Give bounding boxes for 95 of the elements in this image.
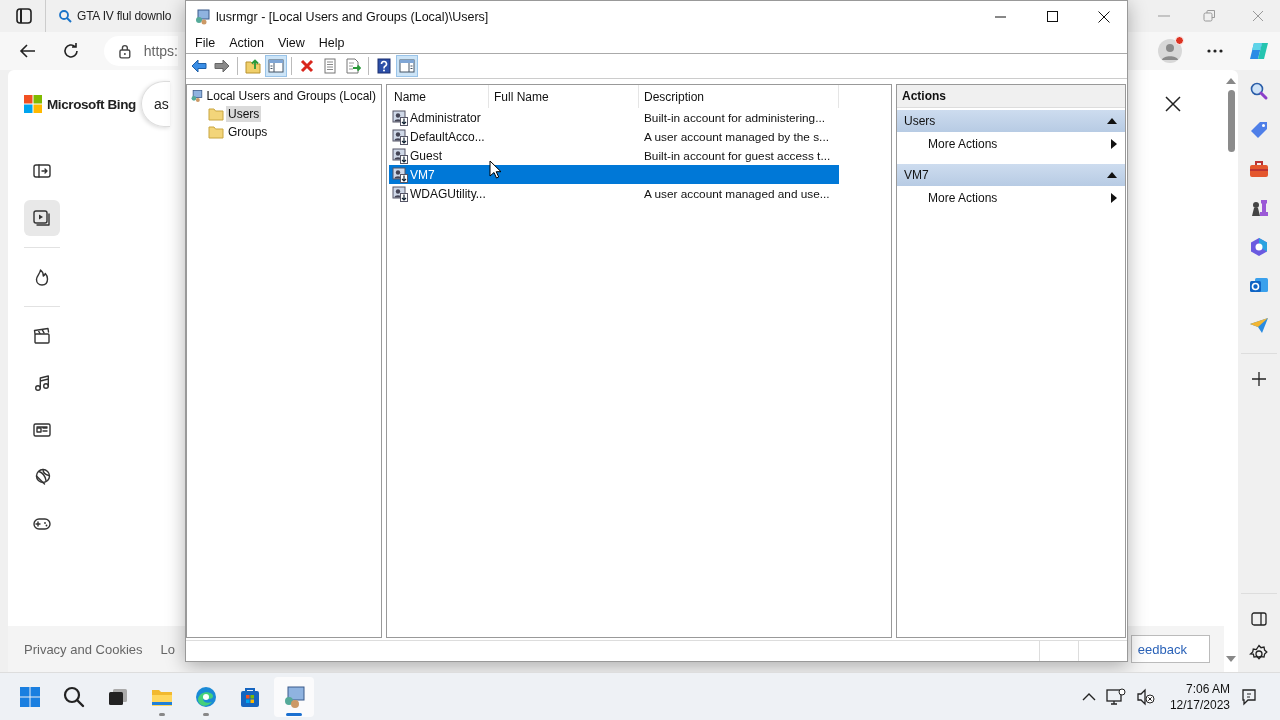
lock-icon [118,43,132,59]
menu-item[interactable]: Help [311,35,352,50]
network-icon[interactable] [1105,687,1126,706]
browser-icon [194,684,218,709]
video-icon [32,208,52,228]
folder-icon [208,107,224,121]
footer-link[interactable]: Lo [160,641,175,657]
user-icon [392,166,408,183]
user-icon [392,185,408,202]
table-cell: Built-in account for administering... [644,110,825,125]
help-icon [376,58,392,74]
tree-item[interactable]: Users [190,105,378,123]
profile-avatar[interactable] [1158,39,1182,63]
column-header[interactable]: Description [639,85,839,108]
table-cell: A user account managed and use... [644,186,830,201]
export-icon [345,58,361,74]
menu-item[interactable]: View [270,35,312,50]
tab-actions-icon[interactable] [15,7,33,25]
console-icon [194,8,210,25]
tree-item[interactable]: Local Users and Groups (Local) [190,87,378,105]
action-item[interactable]: More Actions [897,132,1125,156]
pane-title: Actions [897,85,1125,108]
footer-link[interactable]: Privacy and Cookies [24,641,143,657]
speaker-muted-icon[interactable] [1135,687,1156,706]
list-row[interactable]: DefaultAcco... A user account managed by the s... [389,127,839,146]
table-cell: Administrator [410,110,481,125]
window-title: lusrmgr - [Local Users and Groups (Local)\Users] [216,9,489,24]
clock[interactable]: 7:06 AM 12/17/2023 [1169,680,1230,713]
rail-button[interactable] [24,200,60,236]
brand-name[interactable]: Microsoft Bing [47,96,136,112]
refresh-icon[interactable] [61,41,81,61]
user-icon [392,109,408,126]
scroll-thumb[interactable] [1227,90,1235,152]
four-squares-icon [24,95,42,113]
feedback-button[interactable]: eedback [1130,635,1210,663]
back-arrow-icon [191,58,207,74]
briefcase-icon[interactable] [1248,158,1270,180]
split-screen-icon[interactable] [1251,611,1267,627]
column-header[interactable]: Name [389,85,489,108]
section-header[interactable]: Users [897,110,1125,132]
copilot-icon[interactable] [1248,40,1270,62]
close-icon[interactable] [1164,95,1182,113]
minimize-icon [994,15,1006,18]
close-icon [1098,10,1110,23]
menu-item[interactable]: File [188,35,223,50]
folder-icon [208,125,224,139]
table-cell: WDAGUtility... [410,186,486,201]
cursor-icon [489,160,501,179]
tree-item[interactable]: Groups [190,123,378,141]
collapse-icon [1107,172,1117,178]
action-pane-icon [399,58,415,74]
menu-item[interactable]: Action [222,35,271,50]
plus-icon[interactable] [1251,371,1267,387]
section-header[interactable]: VM7 [897,164,1125,186]
table-cell: DefaultAcco... [410,129,485,144]
table-cell: VM7 [410,167,435,182]
list-row[interactable]: WDAGUtility... A user account managed and use... [389,184,839,203]
user-icon [392,147,408,164]
search-icon [58,9,72,23]
search-icon [62,684,86,709]
console-icon [282,684,306,709]
chevron-up-icon[interactable] [1081,692,1096,701]
address-text: https: [143,43,178,59]
start-icon [18,684,42,709]
notification-icon[interactable] [1240,687,1258,706]
collapse-icon [1107,118,1117,124]
table-cell: Guest [410,148,442,163]
document-icon [322,58,338,74]
submenu-arrow-icon [1111,139,1117,149]
submenu-arrow-icon [1111,193,1117,203]
users-icon [190,88,203,104]
delete-icon [299,58,315,74]
forward-arrow-icon [214,58,230,74]
tree-pane-icon [268,58,284,74]
column-header[interactable]: Full Name [489,85,639,108]
maximize-icon [1046,11,1058,22]
clapperboard-icon [32,326,52,346]
table-cell: Built-in account for guest access t... [644,148,831,163]
more-icon[interactable] [1206,48,1224,54]
scroll-up-icon [1226,78,1236,84]
table-cell: A user account managed by the s... [644,129,829,144]
scroll-down-icon [1226,656,1236,662]
folder-up-icon [245,58,261,74]
search-icon[interactable] [1248,80,1270,102]
user-icon [392,128,408,145]
notification-dot [1175,36,1184,45]
tab-title[interactable]: GTA IV flul downlo [77,9,172,23]
hexagon-icon[interactable] [1248,236,1270,258]
list-row[interactable]: VM7 [389,165,839,184]
list-row[interactable]: Administrator Built-in account for administering... [389,108,839,127]
newspaper-icon [32,420,52,440]
list-row[interactable]: Guest Built-in account for guest access t... [389,146,839,165]
music-note-icon [32,373,52,393]
address-bar[interactable]: https: [104,36,178,66]
action-item[interactable]: More Actions [897,186,1125,210]
